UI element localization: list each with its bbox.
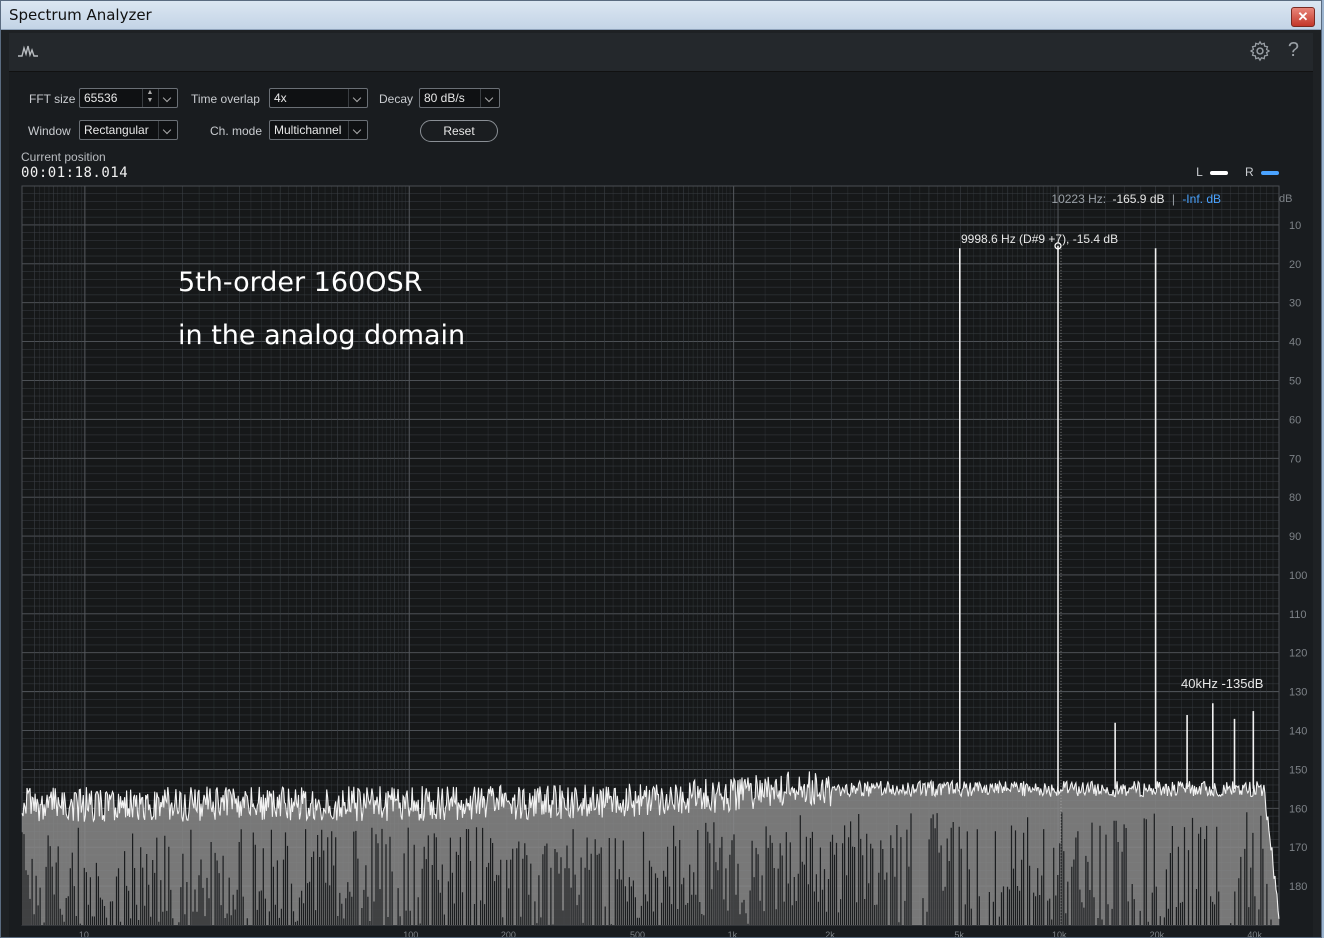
x-tick-label: 2k bbox=[825, 930, 835, 938]
y-axis-ticks: 10 20 30 40 50 60 70 80 90 100 110 120 130 140 150 160 1… bbox=[1289, 220, 1307, 893]
y-tick-label: 180 bbox=[1289, 881, 1307, 893]
y-tick-label: 30 bbox=[1289, 298, 1301, 310]
readout-value: -165.9 dB bbox=[1112, 192, 1164, 206]
y-tick-label: 60 bbox=[1289, 414, 1301, 426]
y-tick-label: 170 bbox=[1289, 842, 1307, 854]
panel-header: ? bbox=[9, 33, 1313, 72]
x-tick-label: 500 bbox=[630, 930, 645, 938]
x-tick-label: 1k bbox=[728, 930, 738, 938]
window-title: Spectrum Analyzer bbox=[9, 6, 152, 24]
y-tick-label: 80 bbox=[1289, 492, 1301, 504]
annotation-40k: 40kHz -135dB bbox=[1181, 676, 1263, 691]
y-tick-label: 20 bbox=[1289, 259, 1301, 271]
x-tick-label: 20k bbox=[1150, 930, 1165, 938]
x-tick-label: 5k bbox=[954, 930, 964, 938]
y-tick-label: 100 bbox=[1289, 570, 1307, 582]
y-tick-label: 70 bbox=[1289, 453, 1301, 465]
x-tick-label: 200 bbox=[501, 930, 516, 938]
x-axis-ticks: 10 100 200 500 1k 2k 5k 10k 20k 40k bbox=[79, 930, 1262, 938]
annotation-line-1: 5th-order 160OSR bbox=[178, 267, 422, 298]
y-tick-label: 120 bbox=[1289, 648, 1307, 660]
x-tick-label: 40k bbox=[1247, 930, 1262, 938]
y-tick-label: 110 bbox=[1289, 609, 1307, 621]
y-tick-label: 130 bbox=[1289, 687, 1307, 699]
x-tick-label: 10k bbox=[1052, 930, 1067, 938]
y-tick-label: 150 bbox=[1289, 764, 1307, 776]
gear-icon[interactable] bbox=[1249, 40, 1271, 62]
readout-right-value: -Inf. dB bbox=[1182, 192, 1221, 206]
y-tick-label: 160 bbox=[1289, 803, 1307, 815]
y-tick-label: 50 bbox=[1289, 375, 1301, 387]
analyzer-panel: FFT size 65536 ▲ ▼ Time overlap 4x Decay … bbox=[9, 72, 1313, 938]
readout-freq: 10223 Hz: bbox=[1051, 192, 1106, 206]
title-bar[interactable]: Spectrum Analyzer ✕ bbox=[1, 1, 1321, 30]
x-tick-label: 10 bbox=[79, 930, 89, 938]
x-tick-label: 100 bbox=[403, 930, 418, 938]
y-tick-label: 40 bbox=[1289, 337, 1301, 349]
y-tick-label: 90 bbox=[1289, 531, 1301, 543]
spectrum-plot[interactable]: 10 20 30 40 50 60 70 80 90 100 110 120 130 140 150 160 1… bbox=[9, 72, 1313, 938]
spectrum-analyzer-window: Spectrum Analyzer ✕ ? FFT size 65536 ▲ ▼ … bbox=[0, 0, 1322, 938]
cursor-readout: 10223 Hz: -165.9 dB | -Inf. dB bbox=[1051, 192, 1221, 206]
y-tick-label: 10 bbox=[1289, 220, 1301, 232]
close-button[interactable]: ✕ bbox=[1291, 7, 1315, 27]
y-axis-unit: dB bbox=[1279, 193, 1292, 205]
peak-marker-label: 9998.6 Hz (D#9 +7), -15.4 dB bbox=[961, 232, 1118, 246]
y-tick-label: 140 bbox=[1289, 726, 1307, 738]
help-icon[interactable]: ? bbox=[1288, 39, 1299, 62]
readout-separator: | bbox=[1172, 192, 1175, 206]
annotation-line-2: in the analog domain bbox=[178, 320, 465, 351]
waveform-icon bbox=[18, 45, 38, 58]
